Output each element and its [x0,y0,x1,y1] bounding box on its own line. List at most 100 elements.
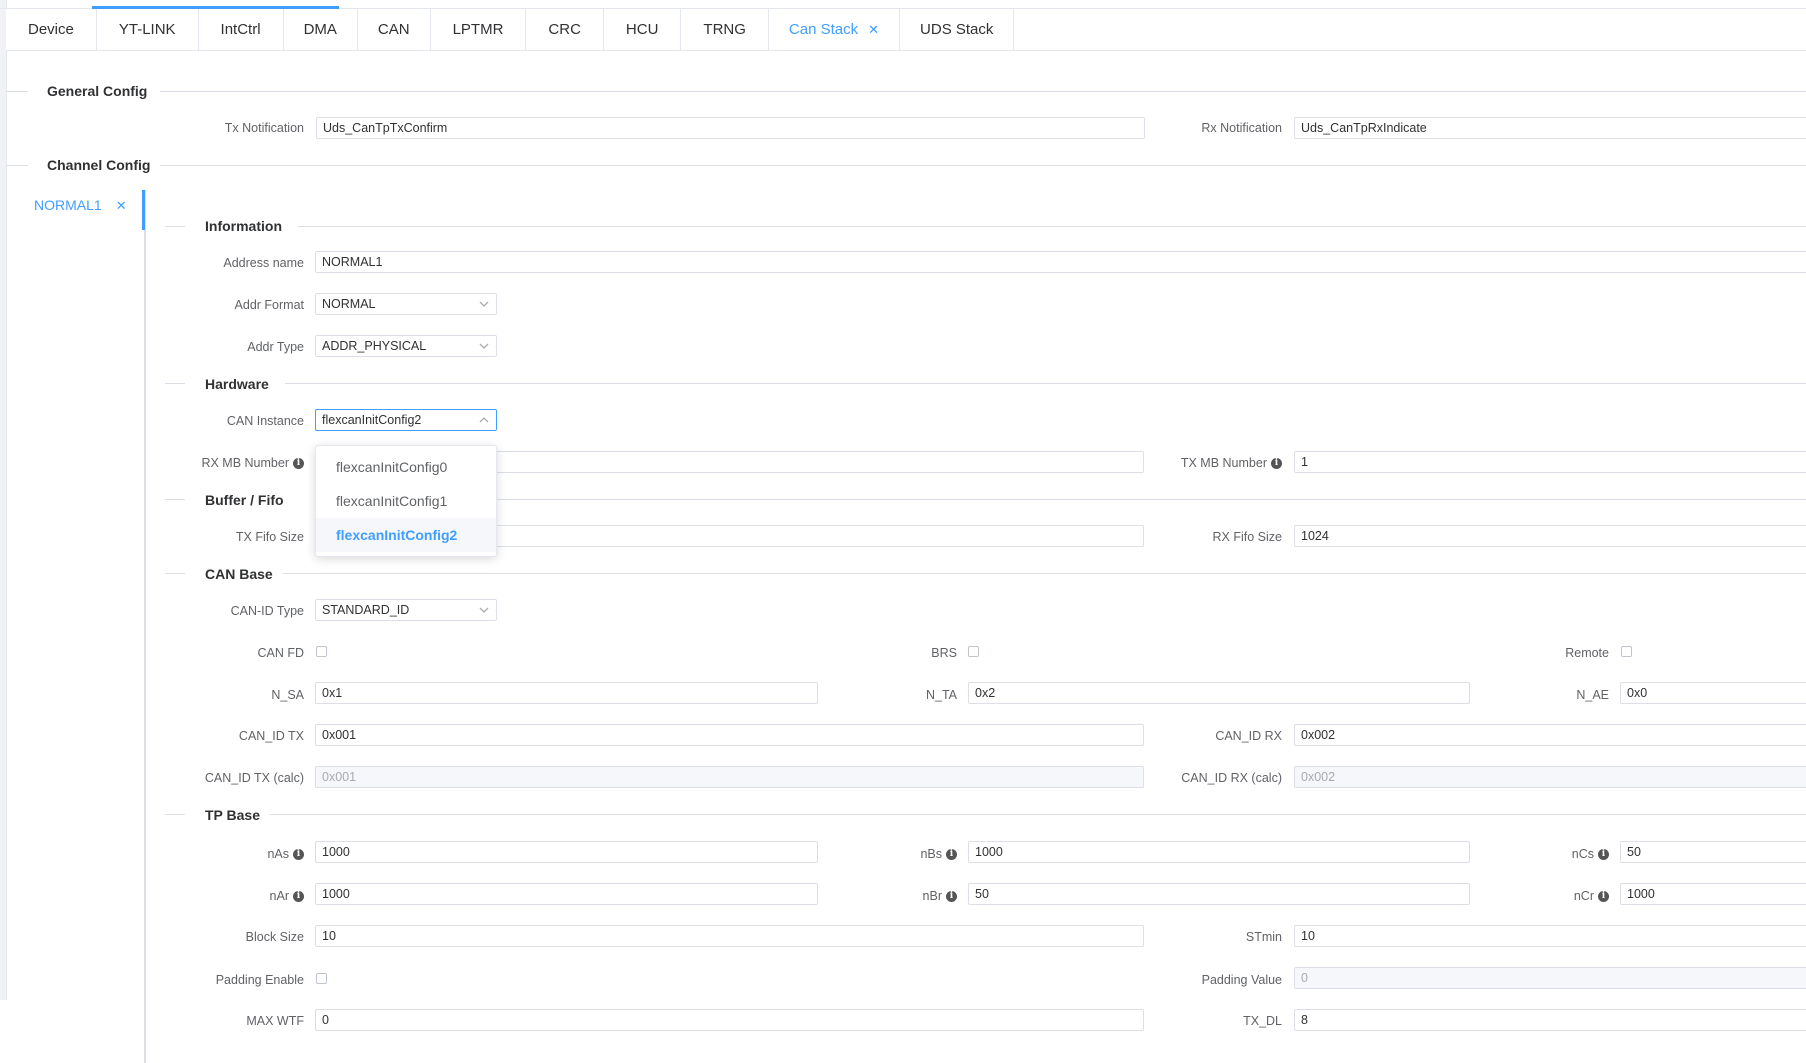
tab-crc[interactable]: CRC [526,9,604,50]
section-divider [165,814,185,815]
general-config-title: General Config [47,83,148,99]
label-text: TX MB Number [1180,456,1267,470]
max-wtf-input[interactable]: 0 [315,1009,1144,1031]
section-divider [165,383,185,384]
information-title: Information [205,218,282,234]
tab-uds-stack[interactable]: UDS Stack [900,9,1015,50]
can-base-title: CAN Base [205,566,273,582]
tx-notification-label: Tx Notification [224,121,304,135]
select-value: STANDARD_ID [322,603,410,617]
tx-notification-input[interactable]: Uds_CanTpTxConfirm [316,117,1145,139]
can-fd-checkbox[interactable] [316,646,327,657]
tab-trng[interactable]: TRNG [681,9,769,50]
section-divider [283,573,1806,574]
nbs-input[interactable]: 1000 [968,841,1470,863]
info-icon[interactable]: i [293,458,304,470]
tab-hcu[interactable]: HCU [603,9,682,50]
n-ta-input[interactable]: 0x2 [968,682,1470,704]
padding-enable-checkbox[interactable] [316,973,327,984]
info-icon[interactable]: i [1598,849,1609,861]
nbs-label: nBs i [860,847,957,861]
close-icon[interactable]: ✕ [868,22,879,38]
tx-mb-number-input[interactable]: 1 [1294,451,1806,473]
block-size-label: Block Size [245,930,304,944]
tab-lptmr[interactable]: LPTMR [430,9,527,50]
chevron-up-icon [479,417,489,423]
addr-type-label: Addr Type [247,340,304,354]
info-icon[interactable]: i [946,849,957,861]
info-icon[interactable]: i [1598,891,1609,903]
label-text: nAs [267,847,289,861]
padding-value-label: Padding Value [1201,973,1282,987]
tab-yt-link[interactable]: YT-LINK [96,9,199,50]
ncs-input[interactable]: 50 [1620,841,1806,863]
tab-label: YT-LINK [118,21,176,38]
label-text: RX MB Number [201,456,289,470]
brs-checkbox[interactable] [968,646,979,657]
nas-input[interactable]: 1000 [315,841,818,863]
tx-fifo-size-label: TX Fifo Size [235,530,304,544]
window-left-edge [0,0,7,1000]
addr-type-select[interactable]: ADDR_PHYSICAL [315,335,497,357]
tab-intctrl[interactable]: IntCtrl [198,9,284,50]
can-instance-label: CAN Instance [226,414,304,428]
channel-item-label: NORMAL1 [34,197,102,213]
can-fd-label: CAN FD [257,646,304,660]
brs-label: BRS [931,646,957,660]
n-sa-label: N_SA [271,688,304,702]
address-name-input[interactable]: NORMAL1 [315,251,1806,273]
nar-input[interactable]: 1000 [315,883,818,905]
can-id-rx-calc-label: CAN_ID RX (calc) [1181,771,1282,785]
rx-fifo-size-input[interactable]: 1024 [1294,525,1806,547]
select-value: flexcanInitConfig2 [322,413,422,427]
info-icon[interactable]: i [293,891,304,903]
rx-fifo-size-label: RX Fifo Size [1212,530,1282,544]
tab-label: IntCtrl [220,21,261,38]
nbr-input[interactable]: 50 [968,883,1470,905]
chevron-down-icon [479,301,489,307]
hardware-title: Hardware [205,376,269,392]
tab-dma[interactable]: DMA [283,9,358,50]
rx-notification-input[interactable]: Uds_CanTpRxIndicate [1294,117,1806,139]
remote-checkbox[interactable] [1621,646,1632,657]
rx-notification-label: Rx Notification [1201,121,1282,135]
nbr-label: nBr i [860,889,957,903]
can-id-tx-input[interactable]: 0x001 [315,724,1144,746]
buffer-fifo-title: Buffer / Fifo [205,492,284,508]
tab-label: CAN [377,21,410,38]
tab-can-stack[interactable]: Can Stack ✕ [768,9,901,50]
tab-can[interactable]: CAN [357,9,431,50]
section-divider [298,226,1806,227]
stmin-input[interactable]: 10 [1294,925,1806,947]
can-id-rx-input[interactable]: 0x002 [1294,724,1806,746]
can-id-type-select[interactable]: STANDARD_ID [315,599,497,621]
info-icon[interactable]: i [946,891,957,903]
addr-format-select[interactable]: NORMAL [315,293,497,315]
tab-device[interactable]: Device [6,9,97,50]
dropdown-option[interactable]: flexcanInitConfig1 [316,484,496,518]
close-icon[interactable]: ✕ [116,198,127,213]
block-size-input[interactable]: 10 [315,925,1144,947]
section-divider [497,499,1806,500]
can-id-rx-label: CAN_ID RX [1215,729,1282,743]
dropdown-option-selected[interactable]: flexcanInitConfig2 [316,518,496,552]
can-instance-select[interactable]: flexcanInitConfig2 [315,409,497,431]
remote-label: Remote [1565,646,1609,660]
tab-label: LPTMR [452,21,504,38]
select-value: NORMAL [322,297,376,311]
addr-format-label: Addr Format [234,298,304,312]
info-icon[interactable]: i [293,849,304,861]
tp-base-title: TP Base [205,807,260,823]
channel-item-normal1[interactable]: NORMAL1 ✕ [34,197,127,214]
padding-value-input: 0 [1294,967,1806,989]
can-id-type-label: CAN-ID Type [230,604,304,618]
n-sa-input[interactable]: 0x1 [315,682,818,704]
n-ae-input[interactable]: 0x0 [1620,682,1806,704]
tx-dl-input[interactable]: 8 [1294,1009,1806,1031]
ncs-label: nCs i [1510,847,1609,861]
ncr-input[interactable]: 1000 [1620,883,1806,905]
dropdown-option[interactable]: flexcanInitConfig0 [316,450,496,484]
info-icon[interactable]: i [1271,458,1282,470]
section-divider [285,383,1806,384]
max-wtf-label: MAX WTF [246,1014,304,1028]
